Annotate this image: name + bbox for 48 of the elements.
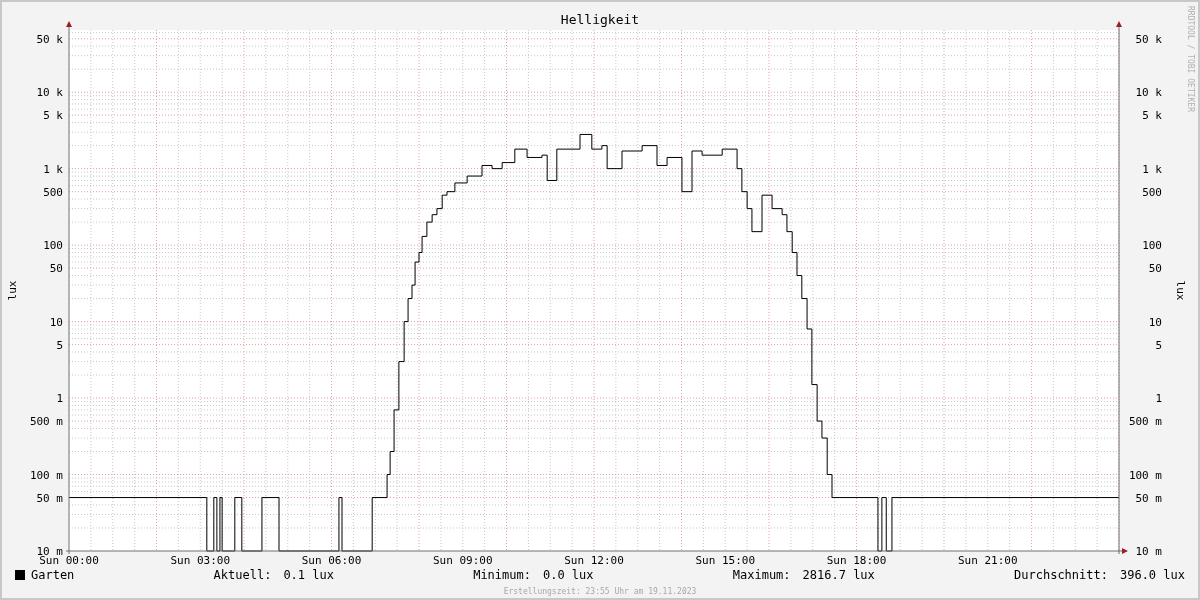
x-tick-label: Sun 12:00 [564, 554, 624, 564]
y-tick-label: 100 m [29, 468, 63, 482]
y-tick-label: 1 [56, 392, 63, 406]
stat-value: 396.0 lux [1119, 567, 1185, 584]
y-tick-label: 50 [49, 262, 63, 276]
x-tick-label: Sun 06:00 [301, 554, 362, 564]
y-tick-label: 500 m [29, 415, 63, 429]
y-tick-label: 10 m [1135, 545, 1162, 558]
y-tick-label: 1 [1155, 392, 1162, 406]
stat-label: Durchschnitt: [1014, 567, 1108, 584]
stat-label: Aktuell: [213, 567, 272, 584]
y-tick-label: 10 k [36, 86, 63, 100]
y-tick-label: 50 m [1135, 491, 1162, 505]
stat-label: Minimum: [473, 567, 531, 584]
y-tick-label: 500 [43, 185, 63, 199]
y-tick-label: 10 [1148, 315, 1162, 329]
legend-label: Garten [31, 567, 75, 584]
y-tick-label: 10 k [1135, 86, 1162, 100]
y-tick-label: 50 k [36, 32, 63, 46]
y-tick-label: 100 m [1128, 468, 1162, 482]
y-tick-label: 10 [49, 315, 63, 329]
stat-label: Maximum: [732, 567, 791, 584]
x-tick-label: Sun 18:00 [826, 554, 887, 564]
x-tick-label: Sun 15:00 [695, 554, 756, 564]
y-tick-label: 50 [1148, 262, 1162, 276]
footer-text: Erstellungszeit: 23:55 Uhr am 19.11.2023 [503, 586, 697, 598]
y-axis-title: lux [1174, 280, 1187, 301]
x-tick-label: Sun 09:00 [432, 554, 493, 564]
stat-value: 0.0 lux [542, 567, 594, 584]
y-tick-label: 1 k [1142, 162, 1162, 176]
y-axis-title: lux [6, 280, 19, 301]
y-tick-label: 5 [1155, 338, 1162, 352]
x-tick-label: Sun 03:00 [170, 554, 231, 564]
stat-value: 2816.7 lux [802, 567, 875, 584]
y-tick-label: 1 k [43, 162, 63, 176]
stat-value: 0.1 lux [283, 567, 334, 584]
chart-title: Helligkeit [560, 12, 640, 27]
y-tick-label: 500 m [1128, 415, 1162, 429]
y-tick-label: 5 k [43, 109, 63, 123]
y-tick-label: 100 [43, 239, 63, 253]
credit-text: RRDTOOL / TOBI OETIKER [1186, 6, 1195, 112]
x-tick-label: Sun 21:00 [957, 554, 1018, 564]
y-tick-label: 5 k [1142, 109, 1162, 123]
y-tick-label: 100 [1142, 239, 1162, 253]
y-tick-label: 500 [1142, 185, 1162, 199]
y-tick-label: 5 [56, 338, 63, 352]
y-tick-label: 50 m [36, 491, 63, 505]
y-tick-label: 50 k [1135, 32, 1162, 46]
